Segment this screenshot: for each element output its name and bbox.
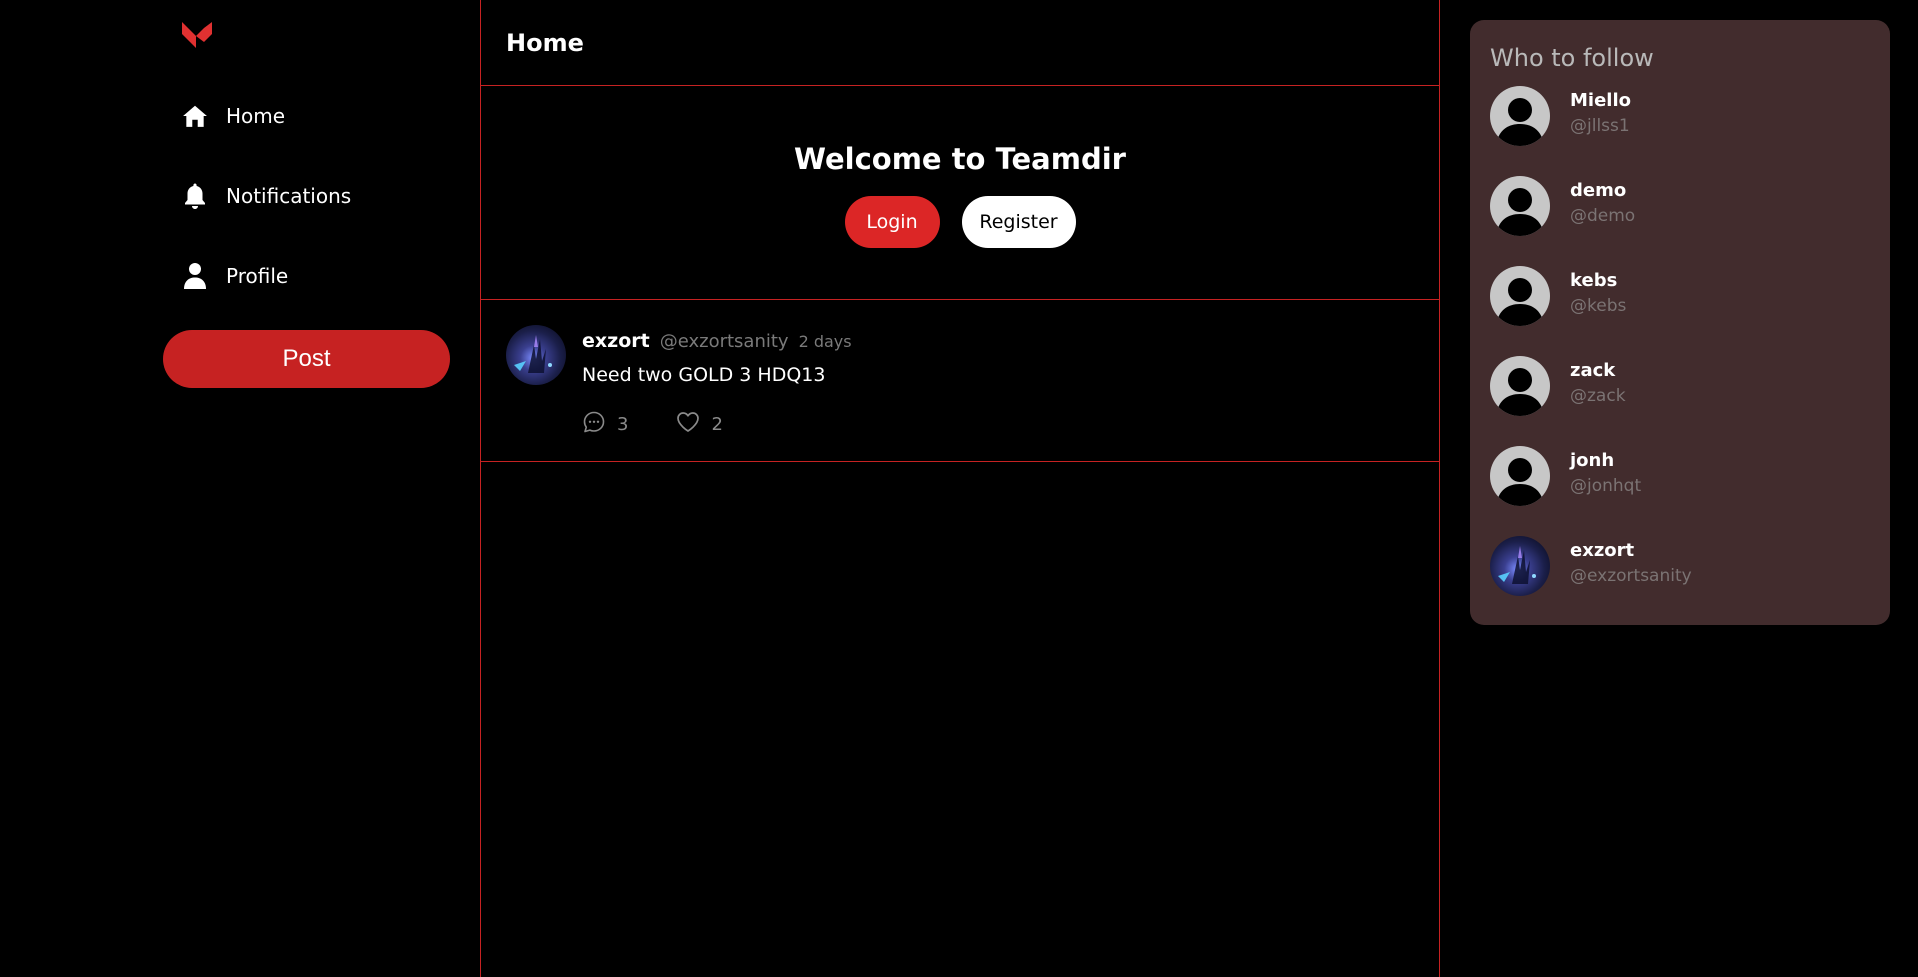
login-button[interactable]: Login <box>844 196 940 248</box>
post-timestamp: 2 days <box>798 332 852 351</box>
follow-name[interactable]: jonh <box>1570 450 1641 471</box>
post-author-handle[interactable]: @exzortsanity <box>660 331 789 352</box>
follow-info: jonh @jonhqt <box>1570 446 1641 496</box>
welcome-title: Welcome to Teamdir <box>794 142 1126 176</box>
comment-button[interactable]: 3 <box>582 410 628 439</box>
follow-handle: @kebs <box>1570 296 1627 316</box>
follow-name[interactable]: zack <box>1570 360 1626 381</box>
follow-item[interactable]: demo @demo <box>1490 176 1870 266</box>
avatar[interactable] <box>1490 86 1550 146</box>
follow-item[interactable]: kebs @kebs <box>1490 266 1870 356</box>
nav-label-profile: Profile <box>226 264 289 288</box>
nav-item-profile[interactable]: Profile <box>180 256 288 296</box>
welcome-banner: Welcome to Teamdir Login Register <box>481 86 1439 300</box>
follow-handle: @zack <box>1570 386 1626 406</box>
who-to-follow-title: Who to follow <box>1490 44 1654 72</box>
post-author-name[interactable]: exzort <box>582 330 650 352</box>
follow-item[interactable]: Miello @jllss1 <box>1490 86 1870 176</box>
avatar[interactable] <box>1490 176 1550 236</box>
follow-handle: @jonhqt <box>1570 476 1642 496</box>
follow-name[interactable]: kebs <box>1570 270 1626 291</box>
home-icon <box>180 101 210 131</box>
app: Home Notifications Profile Post Home Wel… <box>0 0 1918 977</box>
logo-icon[interactable] <box>178 18 216 52</box>
auth-buttons: Login Register <box>844 196 1076 248</box>
follow-info: exzort @exzortsanity <box>1570 536 1692 586</box>
post-meta: exzort @exzortsanity 2 days <box>582 330 852 352</box>
main-feed-column: Home Welcome to Teamdir Login Register e… <box>480 0 1440 977</box>
follow-item[interactable]: exzort @exzortsanity <box>1490 536 1870 626</box>
follow-handle: @demo <box>1570 206 1636 226</box>
user-icon <box>180 261 210 291</box>
like-button[interactable]: 2 <box>676 410 723 439</box>
like-count: 2 <box>711 414 723 435</box>
follow-info: zack @zack <box>1570 356 1626 406</box>
post-button[interactable]: Post <box>163 330 450 388</box>
follow-name[interactable]: Miello <box>1570 90 1631 111</box>
avatar[interactable] <box>1490 446 1550 506</box>
follow-name[interactable]: demo <box>1570 180 1635 201</box>
follow-info: kebs @kebs <box>1570 266 1626 316</box>
nav-label-notifications: Notifications <box>226 184 352 208</box>
heart-icon <box>676 411 700 438</box>
page-title: Home <box>481 0 1439 86</box>
who-to-follow-panel: Who to follow Miello @jllss1 demo @demo … <box>1470 20 1890 625</box>
avatar[interactable] <box>506 325 566 385</box>
follow-item[interactable]: jonh @jonhqt <box>1490 446 1870 536</box>
left-sidebar: Home Notifications Profile Post <box>0 0 480 977</box>
comment-count: 3 <box>617 414 629 435</box>
follow-info: Miello @jllss1 <box>1570 86 1631 136</box>
nav-item-notifications[interactable]: Notifications <box>180 176 351 216</box>
post-actions: 3 2 <box>582 410 723 439</box>
feed-post[interactable]: exzort @exzortsanity 2 days Need two GOL… <box>481 300 1439 462</box>
bell-icon <box>180 181 210 211</box>
avatar[interactable] <box>1490 356 1550 416</box>
follow-handle: @jllss1 <box>1570 116 1630 136</box>
nav-item-home[interactable]: Home <box>180 96 285 136</box>
follow-name[interactable]: exzort <box>1570 540 1692 561</box>
follow-item[interactable]: zack @zack <box>1490 356 1870 446</box>
avatar[interactable] <box>1490 266 1550 326</box>
follow-info: demo @demo <box>1570 176 1635 226</box>
avatar[interactable] <box>1490 536 1550 596</box>
follow-handle: @exzortsanity <box>1570 566 1692 586</box>
nav-label-home: Home <box>226 104 286 128</box>
register-button[interactable]: Register <box>961 196 1076 248</box>
comment-icon <box>582 410 606 439</box>
post-text: Need two GOLD 3 HDQ13 <box>582 364 826 386</box>
